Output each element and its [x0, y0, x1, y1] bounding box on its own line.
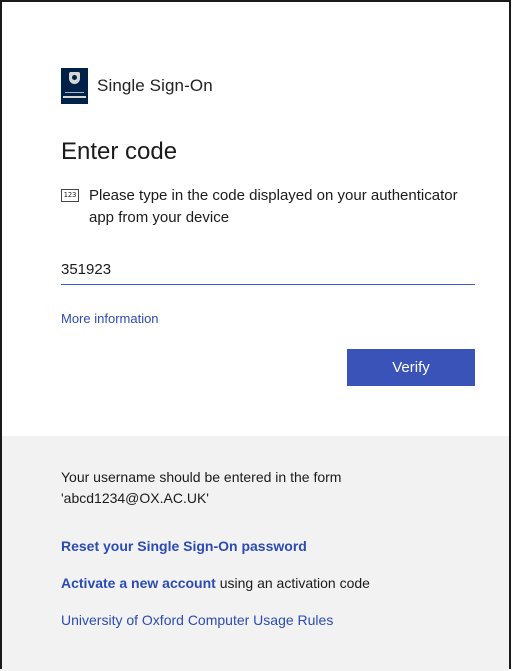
username-hint: Your username should be entered in the f…	[61, 467, 461, 509]
activate-account-row: Activate a new account using an activati…	[61, 575, 370, 591]
instruction-text: Please type in the code displayed on you…	[89, 187, 458, 226]
verify-button[interactable]: Verify	[347, 349, 475, 386]
sign-in-frame: Single Sign-On Enter code 123 Please typ…	[0, 0, 511, 671]
code-entry-panel: Single Sign-On Enter code 123 Please typ…	[2, 2, 509, 436]
logo-wordmark	[63, 96, 86, 98]
oxford-crest-icon	[69, 72, 80, 84]
page-title: Enter code	[61, 138, 178, 165]
help-footer: Your username should be entered in the f…	[2, 436, 509, 671]
reset-password-link[interactable]: Reset your Single Sign-On password	[61, 538, 307, 554]
computer-usage-rules-link[interactable]: University of Oxford Computer Usage Rule…	[61, 612, 333, 628]
more-information-link[interactable]: More information	[61, 311, 159, 326]
brand-header: Single Sign-On	[61, 68, 213, 104]
username-hint-line: Your username should be entered in the f…	[61, 469, 342, 485]
oxford-logo	[61, 68, 88, 104]
activate-account-suffix: using an activation code	[215, 575, 370, 591]
code-input[interactable]	[61, 255, 475, 285]
numeric-code-icon: 123	[61, 189, 79, 202]
instruction-row: 123 Please type in the code displayed on…	[61, 185, 461, 229]
brand-title: Single Sign-On	[97, 76, 213, 95]
activate-account-link[interactable]: Activate a new account	[61, 575, 216, 591]
username-format-example: 'abcd1234@OX.AC.UK'	[61, 490, 209, 506]
logo-wordmark-top	[65, 92, 84, 93]
